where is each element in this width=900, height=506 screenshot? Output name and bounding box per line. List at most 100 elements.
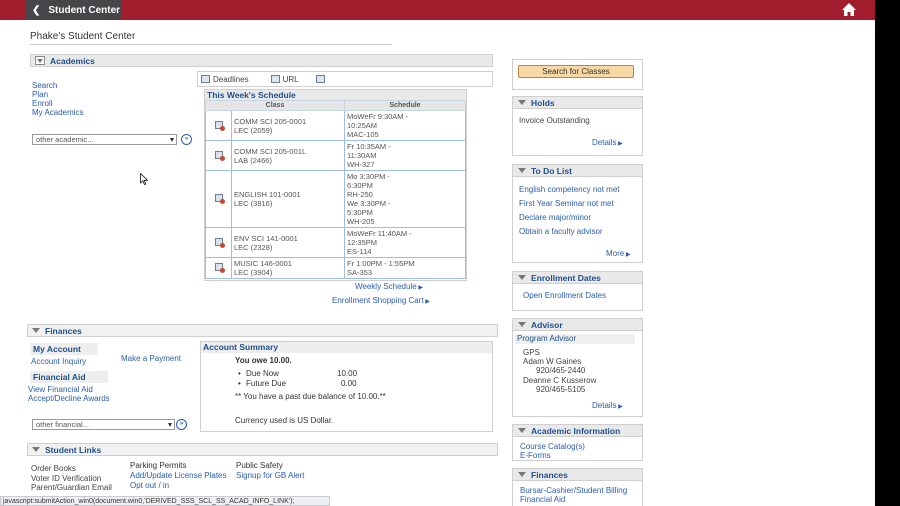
schedule-line: WH-205 bbox=[347, 217, 375, 226]
schedule-line: 6:30PM bbox=[347, 181, 373, 190]
license-plates-link[interactable]: Add/Update License Plates bbox=[130, 471, 227, 481]
collapse-icon[interactable] bbox=[518, 275, 526, 280]
class-detail-icon[interactable] bbox=[214, 150, 225, 161]
financial-go-icon[interactable]: » bbox=[176, 419, 187, 430]
right-finances-header[interactable]: Finances bbox=[512, 468, 643, 481]
advisor-details-link[interactable]: Details bbox=[592, 401, 623, 410]
academics-title: Academics bbox=[50, 55, 95, 66]
student-links-title: Student Links bbox=[45, 444, 102, 455]
enrollment-dates-header[interactable]: Enrollment Dates bbox=[512, 271, 643, 284]
gb-alert-link[interactable]: Signup for GB Alert bbox=[236, 471, 304, 481]
due-now-value: 10.00 bbox=[337, 369, 358, 378]
schedule-line: 12:35PM bbox=[347, 238, 378, 247]
home-icon[interactable] bbox=[841, 2, 857, 17]
collapse-icon[interactable] bbox=[518, 322, 526, 327]
schedule-line: Fr 1:00PM - 1:55PM bbox=[347, 259, 415, 268]
other-academic-select[interactable]: other academic... bbox=[32, 134, 177, 145]
amount-owed: You owe 10.00. bbox=[235, 356, 292, 365]
class-detail-icon[interactable] bbox=[214, 237, 225, 248]
academics-link-search[interactable]: Search bbox=[32, 81, 84, 90]
collapse-icon[interactable] bbox=[518, 472, 526, 477]
advisor-header[interactable]: Advisor bbox=[512, 318, 643, 331]
table-row: ENGLISH 101-0001 LEC (3816) Mo 3:30PM -6:… bbox=[205, 170, 466, 228]
chevron-left-icon: ❮ bbox=[32, 4, 41, 16]
table-row: ENV SCI 141-0001 LEC (2328) MoWeFr 11:40A… bbox=[205, 227, 466, 258]
back-button[interactable]: ❮ Student Center bbox=[26, 0, 121, 20]
todo-item[interactable]: First Year Seminar not met bbox=[519, 199, 614, 208]
holds-panel: Invoice Outstanding Details bbox=[512, 109, 643, 156]
financial-aid-label: Financial Aid bbox=[30, 371, 108, 383]
class-section: LEC (3816) bbox=[234, 199, 273, 208]
schedule-title: This Week's Schedule bbox=[205, 90, 466, 100]
future-due-value: 0.00 bbox=[341, 379, 357, 388]
collapse-icon[interactable] bbox=[518, 100, 526, 105]
bursar-link[interactable]: Bursar-Cashier/Student Billing bbox=[520, 486, 627, 495]
guardian-email-link[interactable]: Parent/Guardian Email bbox=[31, 483, 112, 493]
academics-link-enroll[interactable]: Enroll bbox=[32, 99, 84, 108]
todo-more-link[interactable]: More bbox=[606, 249, 631, 258]
todo-item[interactable]: English competency not met bbox=[519, 185, 620, 194]
schedule-line: 10:25AM bbox=[347, 121, 378, 130]
make-payment-link[interactable]: Make a Payment bbox=[121, 354, 181, 363]
hold-item: Invoice Outstanding bbox=[519, 116, 590, 125]
other-financial-select[interactable]: other financial... bbox=[32, 419, 175, 430]
class-detail-icon[interactable] bbox=[214, 263, 225, 273]
page: ❮ Student Center Phake's Student Center … bbox=[0, 0, 875, 506]
schedule-line: Fr 10:35AM - bbox=[347, 142, 391, 151]
academics-toolbar: Deadlines URL bbox=[197, 71, 493, 87]
deadlines-link[interactable]: Deadlines bbox=[213, 75, 249, 84]
student-links-col3: Public Safety Signup for GB Alert bbox=[236, 461, 304, 481]
eforms-link[interactable]: E-Forms bbox=[520, 451, 551, 460]
course-catalog-link[interactable]: Course Catalog(s) bbox=[520, 442, 585, 451]
academics-link-my-academics[interactable]: My Academics bbox=[32, 108, 84, 117]
holds-details-link[interactable]: Details bbox=[592, 138, 623, 147]
finances-title: Finances bbox=[45, 325, 82, 336]
academic-go-icon[interactable]: » bbox=[181, 134, 192, 145]
edit-icon[interactable] bbox=[315, 75, 325, 83]
collapse-icon[interactable] bbox=[32, 447, 40, 452]
account-inquiry-link[interactable]: Account Inquiry bbox=[31, 357, 86, 366]
class-detail-icon[interactable] bbox=[214, 120, 225, 131]
right-financial-aid-link[interactable]: Financial Aid bbox=[520, 495, 565, 504]
schedule-line: We 3:30PM - bbox=[347, 199, 391, 208]
class-section: LAB (2466) bbox=[234, 155, 272, 165]
schedule-line: ES-114 bbox=[347, 247, 372, 256]
order-books-link[interactable]: Order Books bbox=[31, 464, 112, 474]
academics-header[interactable]: Academics bbox=[30, 54, 493, 67]
right-finances-panel: Bursar-Cashier/Student Billing Financial… bbox=[512, 481, 643, 506]
holds-header[interactable]: Holds bbox=[512, 96, 643, 109]
advisor-name-1: Adam W Gaines bbox=[523, 357, 582, 366]
collapse-icon[interactable] bbox=[518, 428, 526, 433]
table-row: MUSIC 146-0001 LEC (3904) Fr 1:00PM - 1:5… bbox=[205, 257, 466, 279]
collapse-icon[interactable] bbox=[518, 168, 526, 173]
url-icon bbox=[270, 75, 280, 83]
finances-header[interactable]: Finances bbox=[27, 324, 498, 337]
advisor-phone-1: 920/465-2440 bbox=[536, 366, 586, 375]
search-classes-button[interactable]: Search for Classes bbox=[518, 65, 634, 78]
chevron-down-icon bbox=[170, 138, 174, 142]
bullet-icon: • bbox=[238, 379, 241, 388]
collapse-icon[interactable] bbox=[32, 328, 40, 333]
todo-item[interactable]: Obtain a faculty advisor bbox=[519, 227, 603, 236]
schedule-line: Mo 3:30PM - bbox=[347, 172, 390, 181]
student-links-header[interactable]: Student Links bbox=[27, 443, 498, 456]
schedule-line: RH-250 bbox=[347, 190, 373, 199]
currency-note: Currency used is US Dollar. bbox=[235, 416, 334, 425]
open-enrollment-link[interactable]: Open Enrollment Dates bbox=[523, 291, 606, 300]
student-links-col2: Parking Permits Add/Update License Plate… bbox=[130, 461, 227, 491]
todo-header[interactable]: To Do List bbox=[512, 164, 643, 177]
class-section: LEC (2328) bbox=[234, 242, 273, 252]
view-financial-aid-link[interactable]: View Financial Aid bbox=[28, 385, 93, 394]
public-safety-title: Public Safety bbox=[236, 461, 283, 470]
url-link[interactable]: URL bbox=[283, 75, 299, 84]
collapse-icon[interactable] bbox=[35, 56, 45, 65]
opt-out-link[interactable]: Opt out / in bbox=[130, 481, 227, 491]
accept-decline-link[interactable]: Accept/Decline Awards bbox=[28, 394, 110, 403]
academic-info-header[interactable]: Academic Information bbox=[512, 424, 643, 437]
shopping-cart-link[interactable]: Enrollment Shopping Cart bbox=[332, 296, 430, 305]
class-detail-icon[interactable] bbox=[214, 194, 225, 204]
voter-id-link[interactable]: Voter ID Verification bbox=[31, 474, 112, 484]
weekly-schedule-link[interactable]: Weekly Schedule bbox=[355, 282, 423, 291]
academics-link-plan[interactable]: Plan bbox=[32, 90, 84, 99]
todo-item[interactable]: Declare major/minor bbox=[519, 213, 591, 222]
